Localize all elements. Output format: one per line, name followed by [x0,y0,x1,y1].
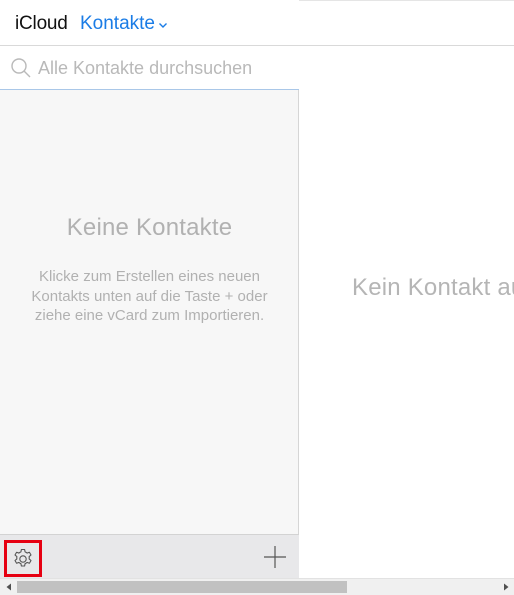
search-bar [0,46,299,90]
scroll-left-arrow[interactable] [0,579,17,595]
chevron-down-icon [159,22,167,28]
search-input[interactable] [38,56,288,80]
detail-pane: Kein Kontakt ausgewählt [299,0,514,578]
plus-icon[interactable] [262,544,288,570]
no-contact-selected-label: Kein Kontakt ausgewählt [352,274,514,301]
scroll-right-arrow[interactable] [497,579,514,595]
gear-icon [14,548,32,567]
sidebar-header: iCloud Kontakte [0,0,299,46]
arrow-left-icon [6,583,11,591]
settings-button[interactable] [4,540,42,577]
horizontal-scrollbar[interactable] [0,578,514,595]
app-name: Kontakte [80,13,155,34]
detail-header [299,0,514,46]
empty-state: Keine Kontakte Klicke zum Erstellen eine… [0,213,299,326]
app-switcher-button[interactable]: Kontakte [80,13,168,35]
sidebar: iCloud Kontakte Keine Kontakte Klicke zu… [0,0,299,578]
arrow-right-icon [503,583,508,591]
empty-state-title: Keine Kontakte [66,214,233,241]
sidebar-footer [0,534,299,578]
empty-state-text: Klicke zum Erstellen eines neuen Kontakt… [31,268,268,324]
icloud-brand: iCloud [15,13,68,34]
scrollbar-thumb[interactable] [17,581,347,593]
search-icon [11,58,31,78]
contacts-app: iCloud Kontakte Keine Kontakte Klicke zu… [0,0,514,595]
